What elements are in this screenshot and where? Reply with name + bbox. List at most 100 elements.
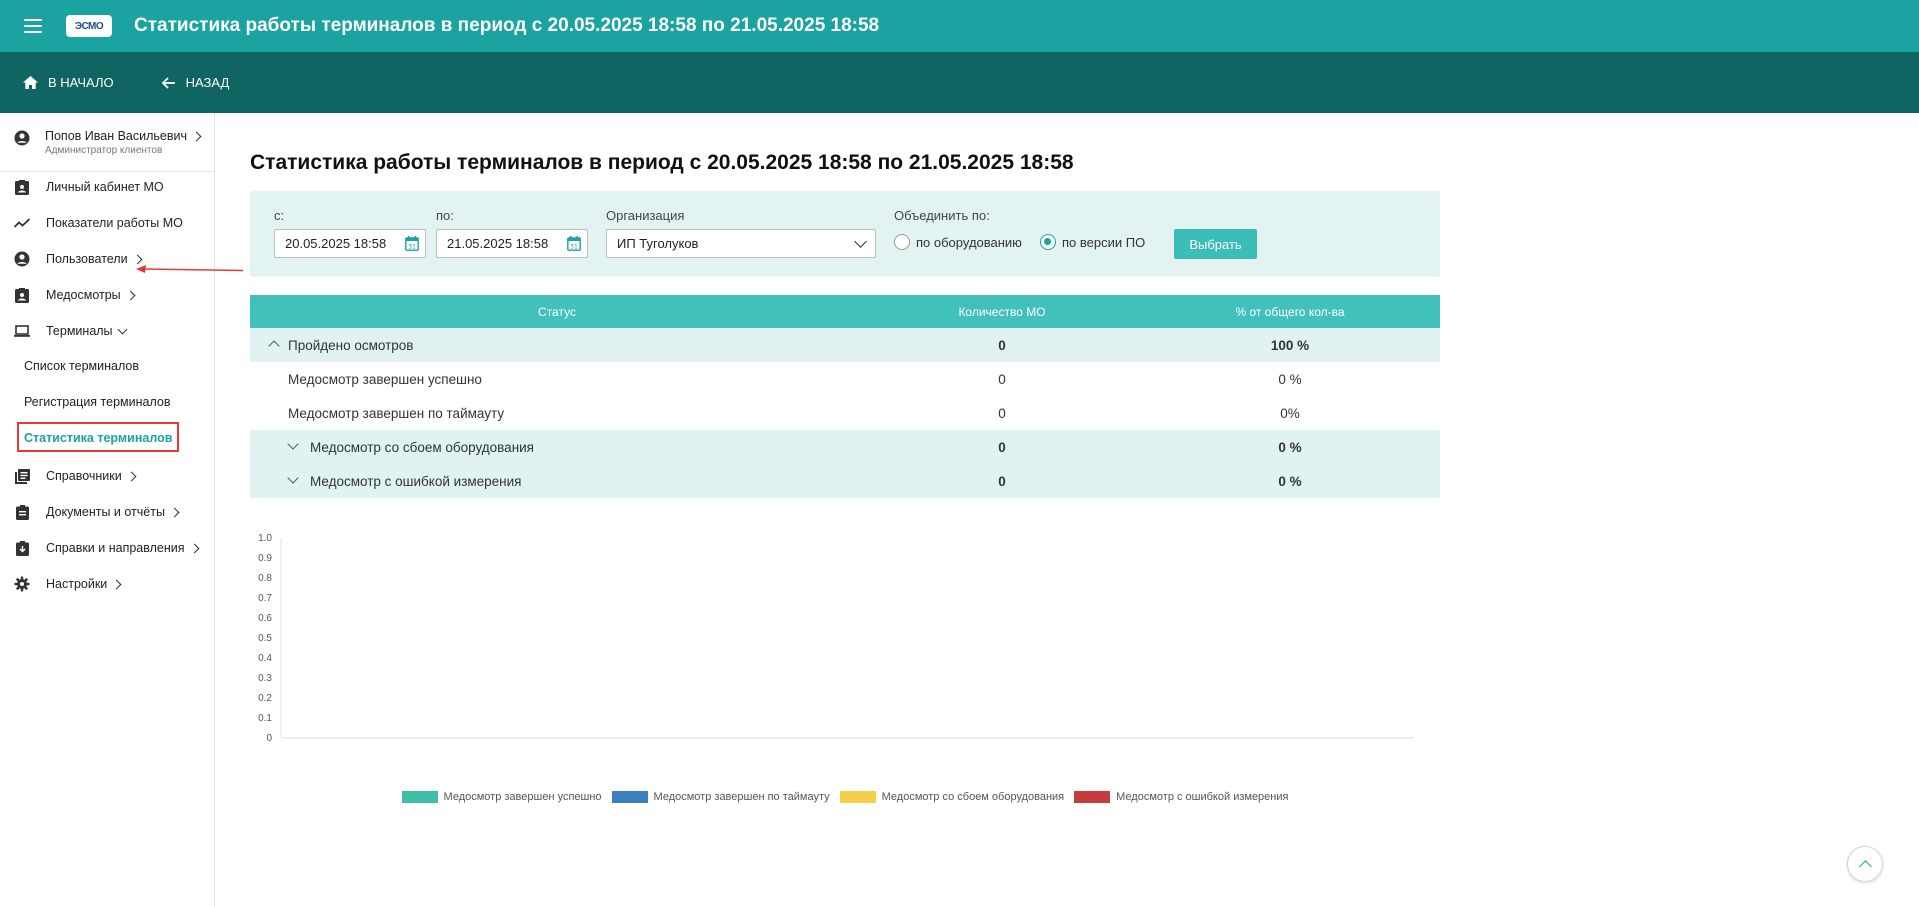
legend-label: Медосмотр завершен успешно xyxy=(443,791,602,803)
row-status: Пройдено осмотров xyxy=(288,337,414,353)
account-circle-icon xyxy=(14,130,30,151)
page-title: Статистика работы терминалов в период с … xyxy=(250,151,1074,174)
svg-text:31: 31 xyxy=(408,244,416,251)
sidebar-item-indicators[interactable]: Показатели работы МО xyxy=(14,212,183,234)
chevron-right-icon xyxy=(191,131,202,141)
table-row[interactable]: Медосмотр со сбоем оборудования 0 0 % xyxy=(250,430,1440,464)
to-date-input[interactable]: 21.05.2025 18:58 31 xyxy=(436,229,588,258)
sidebar-item-label: Медосмотры xyxy=(46,288,121,302)
y-tick-label: 0.8 xyxy=(258,573,272,584)
from-label: с: xyxy=(274,208,285,223)
sidebar-item-terminals[interactable]: Терминалы xyxy=(14,320,127,342)
to-label: по: xyxy=(436,208,454,223)
row-status: Медосмотр с ошибкой измерения xyxy=(310,473,522,489)
from-date-input[interactable]: 20.05.2025 18:58 31 xyxy=(274,229,426,258)
y-tick-label: 0.6 xyxy=(258,613,272,624)
chevron-down-icon[interactable] xyxy=(287,437,299,450)
column-header-percent[interactable]: % от общего кол-ва xyxy=(1140,305,1440,319)
select-button[interactable]: Выбрать xyxy=(1174,229,1257,259)
legend-label: Медосмотр завершен по таймауту xyxy=(653,791,830,803)
sidebar-item-label: Личный кабинет МО xyxy=(46,180,164,194)
row-percent: 0 % xyxy=(1278,371,1302,387)
sidebar-item-references[interactable]: Справочники xyxy=(14,465,137,487)
clipboard-icon xyxy=(14,504,30,520)
scroll-to-top-button[interactable] xyxy=(1847,846,1883,882)
sidebar-item-documents[interactable]: Документы и отчёты xyxy=(14,501,180,523)
statistics-table: Статус Количество МО % от общего кол-ва … xyxy=(250,295,1440,498)
group-by-label: Объединить по: xyxy=(894,208,990,223)
y-tick-label: 1.0 xyxy=(258,533,272,544)
back-label: НАЗАД xyxy=(185,75,230,90)
sidebar-item-label: Терминалы xyxy=(46,324,113,338)
table-row[interactable]: Пройдено осмотров 0 100 % xyxy=(250,328,1440,362)
row-status: Медосмотр завершен по таймауту xyxy=(288,405,505,421)
column-header-count[interactable]: Количество МО xyxy=(864,305,1140,319)
laptop-icon xyxy=(14,323,30,339)
sidebar-item-label: Настройки xyxy=(46,577,108,591)
sidebar-sub-terminal-registration[interactable]: Регистрация терминалов xyxy=(24,395,171,409)
top-bar: ЭСМО Статистика работы терминалов в пери… xyxy=(0,0,1919,52)
chevron-up-icon xyxy=(1858,860,1872,873)
arrow-left-icon xyxy=(161,76,175,89)
chevron-right-icon xyxy=(169,507,180,517)
chevron-right-icon xyxy=(132,254,143,264)
sidebar-sub-terminal-list[interactable]: Список терминалов xyxy=(24,359,139,373)
chevron-right-icon xyxy=(125,290,136,300)
chevron-up-icon[interactable] xyxy=(268,339,280,352)
radio-by-version[interactable]: по версии ПО xyxy=(1040,234,1145,250)
chevron-right-icon xyxy=(111,579,122,589)
nav-bar: В НАЧАЛО НАЗАД xyxy=(0,52,1919,113)
y-tick-label: 0.9 xyxy=(258,553,272,564)
user-name: Попов Иван Васильевич xyxy=(45,129,187,143)
chevron-down-icon xyxy=(854,235,867,248)
radio-circle-selected xyxy=(1040,234,1056,250)
row-percent: 0% xyxy=(1280,405,1300,421)
y-tick-label: 0 xyxy=(266,733,272,744)
row-percent: 0 % xyxy=(1278,473,1302,489)
table-row: Медосмотр завершен успешно 0 0 % xyxy=(250,362,1440,396)
home-button[interactable]: В НАЧАЛО xyxy=(23,75,114,90)
sidebar-item-label: Справки и направления xyxy=(46,541,185,555)
chevron-down-icon xyxy=(117,324,127,335)
sidebar-item-checkups[interactable]: Медосмотры xyxy=(14,284,136,306)
menu-icon[interactable] xyxy=(24,19,42,33)
column-header-status[interactable]: Статус xyxy=(250,305,864,319)
back-button[interactable]: НАЗАД xyxy=(161,75,230,90)
y-tick-label: 0.4 xyxy=(258,653,272,664)
radio-label: по версии ПО xyxy=(1062,234,1146,250)
legend-item[interactable]: Медосмотр завершен по таймауту xyxy=(611,791,830,803)
user-profile[interactable]: Попов Иван Васильевич Администратор клие… xyxy=(14,129,209,169)
app-logo[interactable]: ЭСМО xyxy=(66,15,112,37)
highlight-box xyxy=(17,422,179,452)
sidebar-item-settings[interactable]: Настройки xyxy=(14,573,122,595)
sidebar-item-certificates[interactable]: Справки и направления xyxy=(14,537,199,559)
sidebar-item-users[interactable]: Пользователи xyxy=(14,248,143,270)
legend-item[interactable]: Медосмотр со сбоем оборудования xyxy=(839,791,1065,803)
row-count: 0 xyxy=(998,337,1006,353)
y-tick-label: 0.2 xyxy=(258,693,272,704)
chevron-down-icon[interactable] xyxy=(287,471,299,484)
chevron-right-icon xyxy=(189,543,199,553)
clipboard-download-icon xyxy=(14,540,30,556)
table-row: Медосмотр завершен по таймауту 0 0% xyxy=(250,396,1440,430)
user-icon xyxy=(14,251,30,267)
home-label: В НАЧАЛО xyxy=(48,75,114,90)
calendar-icon[interactable]: 31 xyxy=(567,236,581,254)
radio-by-equipment[interactable]: по оборудованию xyxy=(894,234,1022,250)
legend-item[interactable]: Медосмотр завершен успешно xyxy=(401,791,602,803)
calendar-icon[interactable]: 31 xyxy=(405,236,419,254)
organization-select[interactable]: ИП Туголуков xyxy=(606,229,876,258)
arrow-annotation xyxy=(136,265,244,273)
sidebar-item-cabinet[interactable]: Личный кабинет МО xyxy=(14,176,164,198)
legend-label: Медосмотр с ошибкой измерения xyxy=(1116,791,1289,803)
legend-label: Медосмотр со сбоем оборудования xyxy=(881,791,1065,803)
legend-swatch xyxy=(839,791,876,803)
table-row[interactable]: Медосмотр с ошибкой измерения 0 0 % xyxy=(250,464,1440,498)
radio-label: по оборудованию xyxy=(916,234,1022,250)
row-count: 0 xyxy=(998,439,1006,455)
sidebar-item-label: Пользователи xyxy=(46,252,128,266)
row-status: Медосмотр завершен успешно xyxy=(288,371,482,387)
y-tick-label: 0.3 xyxy=(258,673,272,684)
legend-item[interactable]: Медосмотр с ошибкой измерения xyxy=(1074,791,1288,803)
row-percent: 0 % xyxy=(1278,439,1302,455)
